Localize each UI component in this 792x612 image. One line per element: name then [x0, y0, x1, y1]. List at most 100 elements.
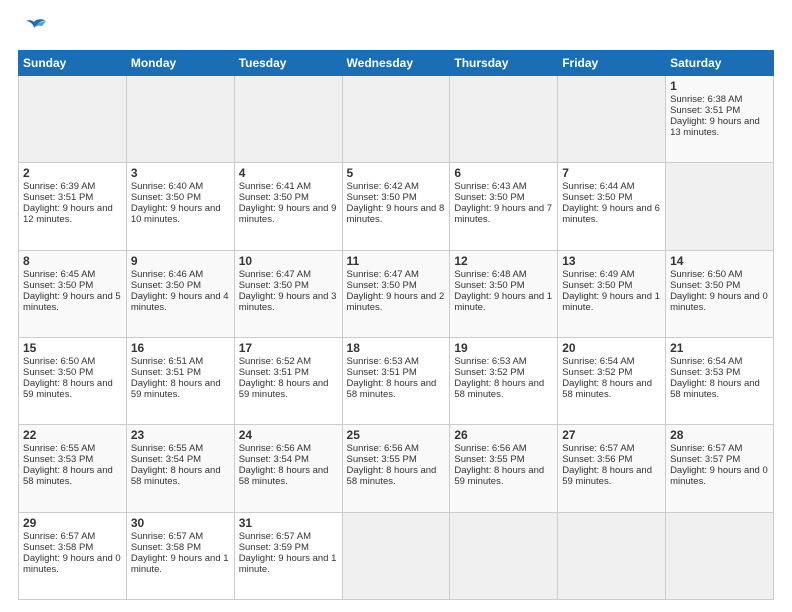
daylight-text: Daylight: 8 hours and 58 minutes. — [347, 465, 437, 487]
daylight-text: Daylight: 9 hours and 10 minutes. — [131, 203, 221, 225]
calendar-day-cell: 7 Sunrise: 6:44 AM Sunset: 3:50 PM Dayli… — [558, 163, 666, 250]
day-number: 12 — [454, 254, 553, 268]
calendar-day-cell: 14 Sunrise: 6:50 AM Sunset: 3:50 PM Dayl… — [666, 250, 774, 337]
sunrise-text: Sunrise: 6:50 AM — [23, 356, 95, 367]
day-number: 3 — [131, 166, 230, 180]
daylight-text: Daylight: 9 hours and 1 minute. — [239, 553, 337, 575]
calendar-day-cell: 26 Sunrise: 6:56 AM Sunset: 3:55 PM Dayl… — [450, 425, 558, 512]
sunset-text: Sunset: 3:58 PM — [131, 542, 201, 553]
calendar-day-cell: 2 Sunrise: 6:39 AM Sunset: 3:51 PM Dayli… — [19, 163, 127, 250]
calendar-day-cell: 29 Sunrise: 6:57 AM Sunset: 3:58 PM Dayl… — [19, 512, 127, 599]
weekday-header-cell: Sunday — [19, 51, 127, 76]
sunset-text: Sunset: 3:57 PM — [670, 454, 740, 465]
sunrise-text: Sunrise: 6:56 AM — [239, 443, 311, 454]
calendar-week-row: 22 Sunrise: 6:55 AM Sunset: 3:53 PM Dayl… — [19, 425, 774, 512]
day-number: 23 — [131, 428, 230, 442]
sunset-text: Sunset: 3:56 PM — [562, 454, 632, 465]
weekday-header-cell: Thursday — [450, 51, 558, 76]
calendar-day-cell: 23 Sunrise: 6:55 AM Sunset: 3:54 PM Dayl… — [126, 425, 234, 512]
sunrise-text: Sunrise: 6:39 AM — [23, 181, 95, 192]
day-number: 22 — [23, 428, 122, 442]
daylight-text: Daylight: 8 hours and 58 minutes. — [347, 378, 437, 400]
daylight-text: Daylight: 8 hours and 59 minutes. — [562, 465, 652, 487]
sunrise-text: Sunrise: 6:41 AM — [239, 181, 311, 192]
sunset-text: Sunset: 3:50 PM — [562, 192, 632, 203]
daylight-text: Daylight: 8 hours and 59 minutes. — [23, 378, 113, 400]
daylight-text: Daylight: 9 hours and 3 minutes. — [239, 291, 337, 313]
day-number: 13 — [562, 254, 661, 268]
calendar-day-cell — [342, 512, 450, 599]
daylight-text: Daylight: 9 hours and 1 minute. — [454, 291, 552, 313]
calendar-day-cell: 13 Sunrise: 6:49 AM Sunset: 3:50 PM Dayl… — [558, 250, 666, 337]
calendar-day-cell: 12 Sunrise: 6:48 AM Sunset: 3:50 PM Dayl… — [450, 250, 558, 337]
sunset-text: Sunset: 3:50 PM — [23, 367, 93, 378]
calendar-day-cell: 22 Sunrise: 6:55 AM Sunset: 3:53 PM Dayl… — [19, 425, 127, 512]
sunset-text: Sunset: 3:55 PM — [347, 454, 417, 465]
sunrise-text: Sunrise: 6:57 AM — [670, 443, 742, 454]
header — [18, 18, 774, 40]
calendar-day-cell: 21 Sunrise: 6:54 AM Sunset: 3:53 PM Dayl… — [666, 337, 774, 424]
day-number: 20 — [562, 341, 661, 355]
sunrise-text: Sunrise: 6:42 AM — [347, 181, 419, 192]
calendar-day-cell: 9 Sunrise: 6:46 AM Sunset: 3:50 PM Dayli… — [126, 250, 234, 337]
calendar-day-cell — [126, 76, 234, 163]
calendar-day-cell: 5 Sunrise: 6:42 AM Sunset: 3:50 PM Dayli… — [342, 163, 450, 250]
calendar-day-cell — [450, 76, 558, 163]
sunrise-text: Sunrise: 6:53 AM — [347, 356, 419, 367]
daylight-text: Daylight: 9 hours and 13 minutes. — [670, 116, 760, 138]
calendar-day-cell: 31 Sunrise: 6:57 AM Sunset: 3:59 PM Dayl… — [234, 512, 342, 599]
weekday-header-cell: Tuesday — [234, 51, 342, 76]
calendar-day-cell — [558, 512, 666, 599]
daylight-text: Daylight: 9 hours and 12 minutes. — [23, 203, 113, 225]
day-number: 25 — [347, 428, 446, 442]
day-number: 28 — [670, 428, 769, 442]
day-number: 8 — [23, 254, 122, 268]
day-number: 5 — [347, 166, 446, 180]
sunset-text: Sunset: 3:52 PM — [562, 367, 632, 378]
day-number: 1 — [670, 79, 769, 93]
sunset-text: Sunset: 3:54 PM — [131, 454, 201, 465]
calendar-body: 1 Sunrise: 6:38 AM Sunset: 3:51 PM Dayli… — [19, 76, 774, 600]
day-number: 9 — [131, 254, 230, 268]
calendar-day-cell: 24 Sunrise: 6:56 AM Sunset: 3:54 PM Dayl… — [234, 425, 342, 512]
day-number: 10 — [239, 254, 338, 268]
weekday-header-cell: Monday — [126, 51, 234, 76]
sunset-text: Sunset: 3:50 PM — [131, 280, 201, 291]
calendar-week-row: 15 Sunrise: 6:50 AM Sunset: 3:50 PM Dayl… — [19, 337, 774, 424]
day-number: 19 — [454, 341, 553, 355]
sunset-text: Sunset: 3:50 PM — [239, 192, 309, 203]
calendar-day-cell — [666, 512, 774, 599]
sunset-text: Sunset: 3:50 PM — [347, 192, 417, 203]
sunrise-text: Sunrise: 6:47 AM — [347, 269, 419, 280]
sunset-text: Sunset: 3:51 PM — [23, 192, 93, 203]
sunrise-text: Sunrise: 6:40 AM — [131, 181, 203, 192]
day-number: 4 — [239, 166, 338, 180]
sunset-text: Sunset: 3:51 PM — [239, 367, 309, 378]
daylight-text: Daylight: 8 hours and 58 minutes. — [670, 378, 760, 400]
daylight-text: Daylight: 9 hours and 0 minutes. — [670, 291, 768, 313]
sunset-text: Sunset: 3:51 PM — [347, 367, 417, 378]
calendar-day-cell: 6 Sunrise: 6:43 AM Sunset: 3:50 PM Dayli… — [450, 163, 558, 250]
daylight-text: Daylight: 8 hours and 58 minutes. — [562, 378, 652, 400]
calendar-day-cell: 28 Sunrise: 6:57 AM Sunset: 3:57 PM Dayl… — [666, 425, 774, 512]
weekday-header-cell: Friday — [558, 51, 666, 76]
daylight-text: Daylight: 8 hours and 58 minutes. — [454, 378, 544, 400]
day-number: 26 — [454, 428, 553, 442]
sunset-text: Sunset: 3:51 PM — [670, 105, 740, 116]
calendar-day-cell: 18 Sunrise: 6:53 AM Sunset: 3:51 PM Dayl… — [342, 337, 450, 424]
calendar-day-cell: 11 Sunrise: 6:47 AM Sunset: 3:50 PM Dayl… — [342, 250, 450, 337]
sunset-text: Sunset: 3:50 PM — [454, 192, 524, 203]
sunset-text: Sunset: 3:50 PM — [347, 280, 417, 291]
sunrise-text: Sunrise: 6:55 AM — [131, 443, 203, 454]
sunrise-text: Sunrise: 6:45 AM — [23, 269, 95, 280]
daylight-text: Daylight: 9 hours and 2 minutes. — [347, 291, 445, 313]
calendar-day-cell: 15 Sunrise: 6:50 AM Sunset: 3:50 PM Dayl… — [19, 337, 127, 424]
sunrise-text: Sunrise: 6:38 AM — [670, 94, 742, 105]
sunset-text: Sunset: 3:53 PM — [670, 367, 740, 378]
sunset-text: Sunset: 3:54 PM — [239, 454, 309, 465]
logo — [18, 18, 48, 40]
sunset-text: Sunset: 3:50 PM — [239, 280, 309, 291]
logo-bird-icon — [20, 18, 48, 40]
daylight-text: Daylight: 9 hours and 6 minutes. — [562, 203, 660, 225]
sunrise-text: Sunrise: 6:56 AM — [454, 443, 526, 454]
